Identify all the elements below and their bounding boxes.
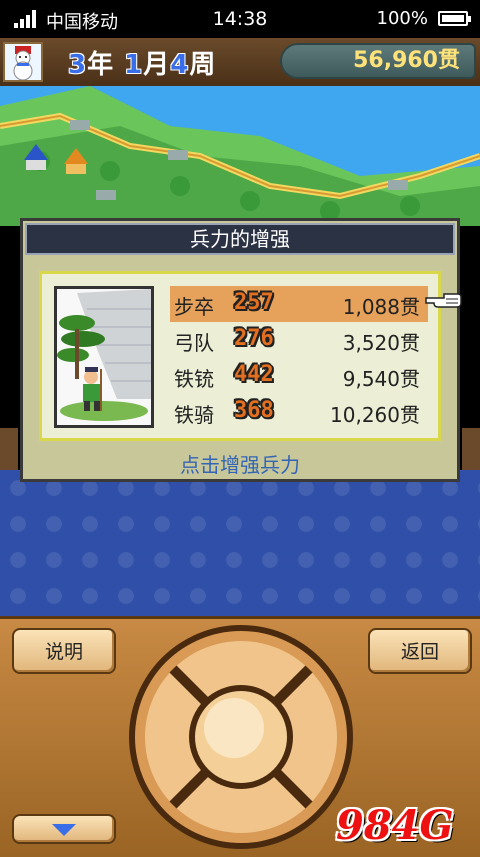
right-edge-strip bbox=[462, 428, 480, 472]
unit-cost: 1,088贯 bbox=[342, 295, 420, 319]
unit-cost: 9,540贯 bbox=[342, 367, 420, 391]
year-number: 3 bbox=[68, 50, 88, 80]
money-display: 56,960贯 bbox=[280, 43, 476, 79]
snowman-icon bbox=[13, 46, 33, 81]
unit-panel: 步卒 257 1,088贯 弓队 276 3,520贯 铁铳 442 9,540… bbox=[39, 271, 441, 441]
soldier-portrait-image bbox=[57, 289, 151, 425]
map-terrain bbox=[0, 86, 480, 226]
unit-name: 步卒 bbox=[174, 295, 214, 319]
pointing-hand-icon bbox=[425, 293, 462, 308]
upgrade-dialog: 兵力的增强 步卒 257 1,088贯 弓队 276 3,520贯 铁铳 442… bbox=[20, 218, 460, 482]
help-button[interactable]: 说明 bbox=[12, 628, 116, 674]
directional-pad[interactable] bbox=[126, 622, 356, 852]
down-arrow-icon bbox=[52, 824, 76, 836]
battery-percent: 100% bbox=[376, 8, 428, 29]
unit-row-cavalry[interactable]: 铁骑 368 10,260贯 bbox=[170, 394, 428, 430]
unit-row-infantry[interactable]: 步卒 257 1,088贯 bbox=[170, 286, 428, 322]
unit-level: 276 bbox=[234, 326, 274, 351]
month-unit: 月 bbox=[143, 50, 171, 80]
unit-row-archers[interactable]: 弓队 276 3,520贯 bbox=[170, 322, 428, 358]
unit-name: 铁铳 bbox=[174, 367, 214, 391]
week-number: 4 bbox=[170, 50, 190, 80]
watermark-logo: 984G bbox=[336, 802, 454, 849]
unit-level: 442 bbox=[234, 362, 274, 387]
unit-name: 弓队 bbox=[174, 331, 214, 355]
unit-name: 铁骑 bbox=[174, 403, 214, 427]
scroll-down-button[interactable] bbox=[12, 814, 116, 844]
unit-cost: 10,260贯 bbox=[330, 403, 420, 427]
status-bar: 中国移动 14:38 100% bbox=[0, 0, 480, 38]
unit-row-gunners[interactable]: 铁铳 442 9,540贯 bbox=[170, 358, 428, 394]
dialog-title: 兵力的增强 bbox=[25, 223, 455, 255]
game-date: 3年 1月4周 bbox=[68, 44, 216, 81]
back-button[interactable]: 返回 bbox=[368, 628, 472, 674]
year-unit: 年 bbox=[87, 50, 115, 80]
unit-cost: 3,520贯 bbox=[342, 331, 420, 355]
unit-list: 步卒 257 1,088贯 弓队 276 3,520贯 铁铳 442 9,540… bbox=[170, 286, 428, 430]
left-edge-strip bbox=[0, 428, 18, 472]
battery-icon bbox=[438, 11, 471, 26]
unit-portrait bbox=[54, 286, 154, 428]
month-number: 1 bbox=[124, 50, 144, 80]
world-map[interactable] bbox=[0, 86, 480, 226]
week-unit: 周 bbox=[189, 50, 217, 80]
game-header: 3年 1月4周 56,960贯 bbox=[0, 38, 480, 88]
unit-level: 368 bbox=[234, 398, 274, 423]
unit-level: 257 bbox=[234, 290, 274, 315]
pattern-background bbox=[0, 470, 480, 616]
dialog-hint: 点击增强兵力 bbox=[180, 453, 300, 477]
snowman-avatar[interactable] bbox=[3, 42, 43, 82]
